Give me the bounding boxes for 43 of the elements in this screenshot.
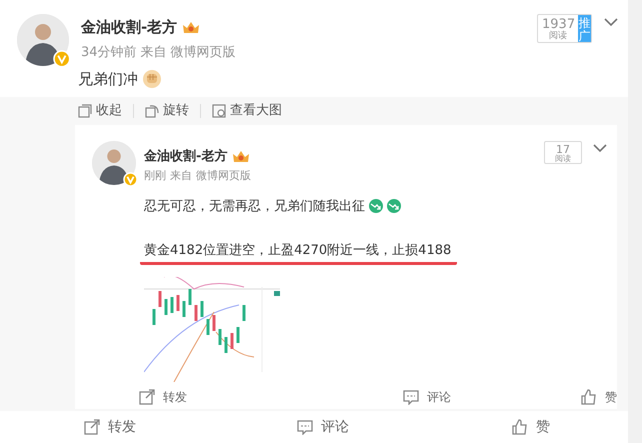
rotate-button[interactable]: 旋转 bbox=[134, 104, 201, 118]
collapse-button[interactable]: 收起 bbox=[75, 104, 134, 118]
view-large-button[interactable]: 查看大图 bbox=[201, 104, 293, 118]
caret-icon[interactable] bbox=[593, 144, 607, 152]
rotate-icon bbox=[145, 104, 159, 118]
source-label: 来自 bbox=[170, 168, 192, 184]
avatar[interactable] bbox=[17, 14, 69, 66]
verified-icon bbox=[123, 172, 138, 186]
repost-button[interactable]: 转发 bbox=[84, 416, 136, 438]
post-time: 34分钟前 bbox=[81, 44, 137, 62]
thumbs-up-icon bbox=[512, 419, 528, 435]
thumbs-up-icon bbox=[581, 388, 597, 404]
source-link[interactable]: 微博网页版 bbox=[170, 42, 236, 62]
read-label: 阅读 bbox=[548, 32, 568, 42]
promotion-tag: 推广 bbox=[578, 15, 591, 42]
like-button[interactable]: 赞 bbox=[512, 416, 550, 438]
share-icon bbox=[139, 388, 155, 404]
post-text: 兄弟们冲 bbox=[78, 69, 138, 90]
enlarge-image-icon bbox=[212, 104, 226, 118]
comment-button[interactable]: 评论 bbox=[297, 416, 349, 438]
like-button[interactable]: 赞 bbox=[581, 388, 617, 406]
read-count: 1937 bbox=[542, 18, 574, 32]
post-text: 忍无可忍，无需再忍，兄弟们随我出征 bbox=[144, 198, 365, 216]
read-count: 17 bbox=[556, 144, 570, 156]
post-time: 刚刚 bbox=[144, 168, 166, 184]
avatar[interactable] bbox=[92, 140, 136, 184]
source-label: 来自 bbox=[140, 44, 167, 62]
repost-button[interactable]: 转发 bbox=[139, 388, 187, 406]
source-link[interactable]: 微博网页版 bbox=[196, 168, 251, 184]
author-name[interactable]: 金油收割-老方 bbox=[144, 146, 228, 166]
share-icon bbox=[84, 419, 100, 435]
comment-icon bbox=[403, 388, 419, 404]
caret-icon[interactable] bbox=[604, 18, 618, 27]
author-name[interactable]: 金油收割-老方 bbox=[81, 16, 178, 38]
underlined-text: 黄金4182位置进空，止盈4270附近一线，止损4188 bbox=[140, 241, 458, 264]
fist-emoji-icon bbox=[142, 69, 162, 90]
downtrend-emoji-icon bbox=[387, 199, 401, 214]
downtrend-emoji-icon bbox=[369, 199, 383, 214]
collapse-icon bbox=[78, 104, 92, 118]
verified-icon bbox=[53, 50, 71, 68]
comment-button[interactable]: 评论 bbox=[403, 388, 451, 406]
read-label: 阅读 bbox=[554, 155, 572, 164]
comment-icon bbox=[297, 419, 313, 435]
